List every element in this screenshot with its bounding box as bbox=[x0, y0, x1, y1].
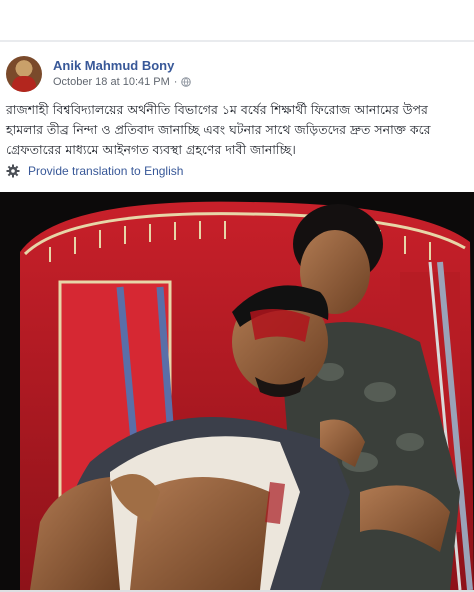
post-timestamp[interactable]: October 18 at 10:41 PM bbox=[53, 76, 170, 88]
post-author[interactable]: Anik Mahmud Bony bbox=[53, 58, 174, 73]
meta-separator: · bbox=[173, 76, 178, 88]
post-text: রাজশাহী বিশ্ববিদ্যালয়ের অর্থনীতি বিভাগে… bbox=[6, 102, 431, 157]
globe-icon bbox=[181, 77, 192, 87]
translate-label: Provide translation to English bbox=[28, 164, 184, 178]
top-strip bbox=[0, 0, 474, 40]
post-photo[interactable] bbox=[0, 192, 474, 590]
gear-icon bbox=[6, 164, 20, 178]
photo-illustration bbox=[0, 192, 474, 590]
avatar[interactable] bbox=[6, 56, 42, 92]
post-card: Anik Mahmud Bony October 18 at 10:41 PM … bbox=[0, 42, 474, 592]
post-meta: October 18 at 10:41 PM · bbox=[53, 76, 192, 88]
translate-link[interactable]: Provide translation to English bbox=[6, 164, 183, 178]
